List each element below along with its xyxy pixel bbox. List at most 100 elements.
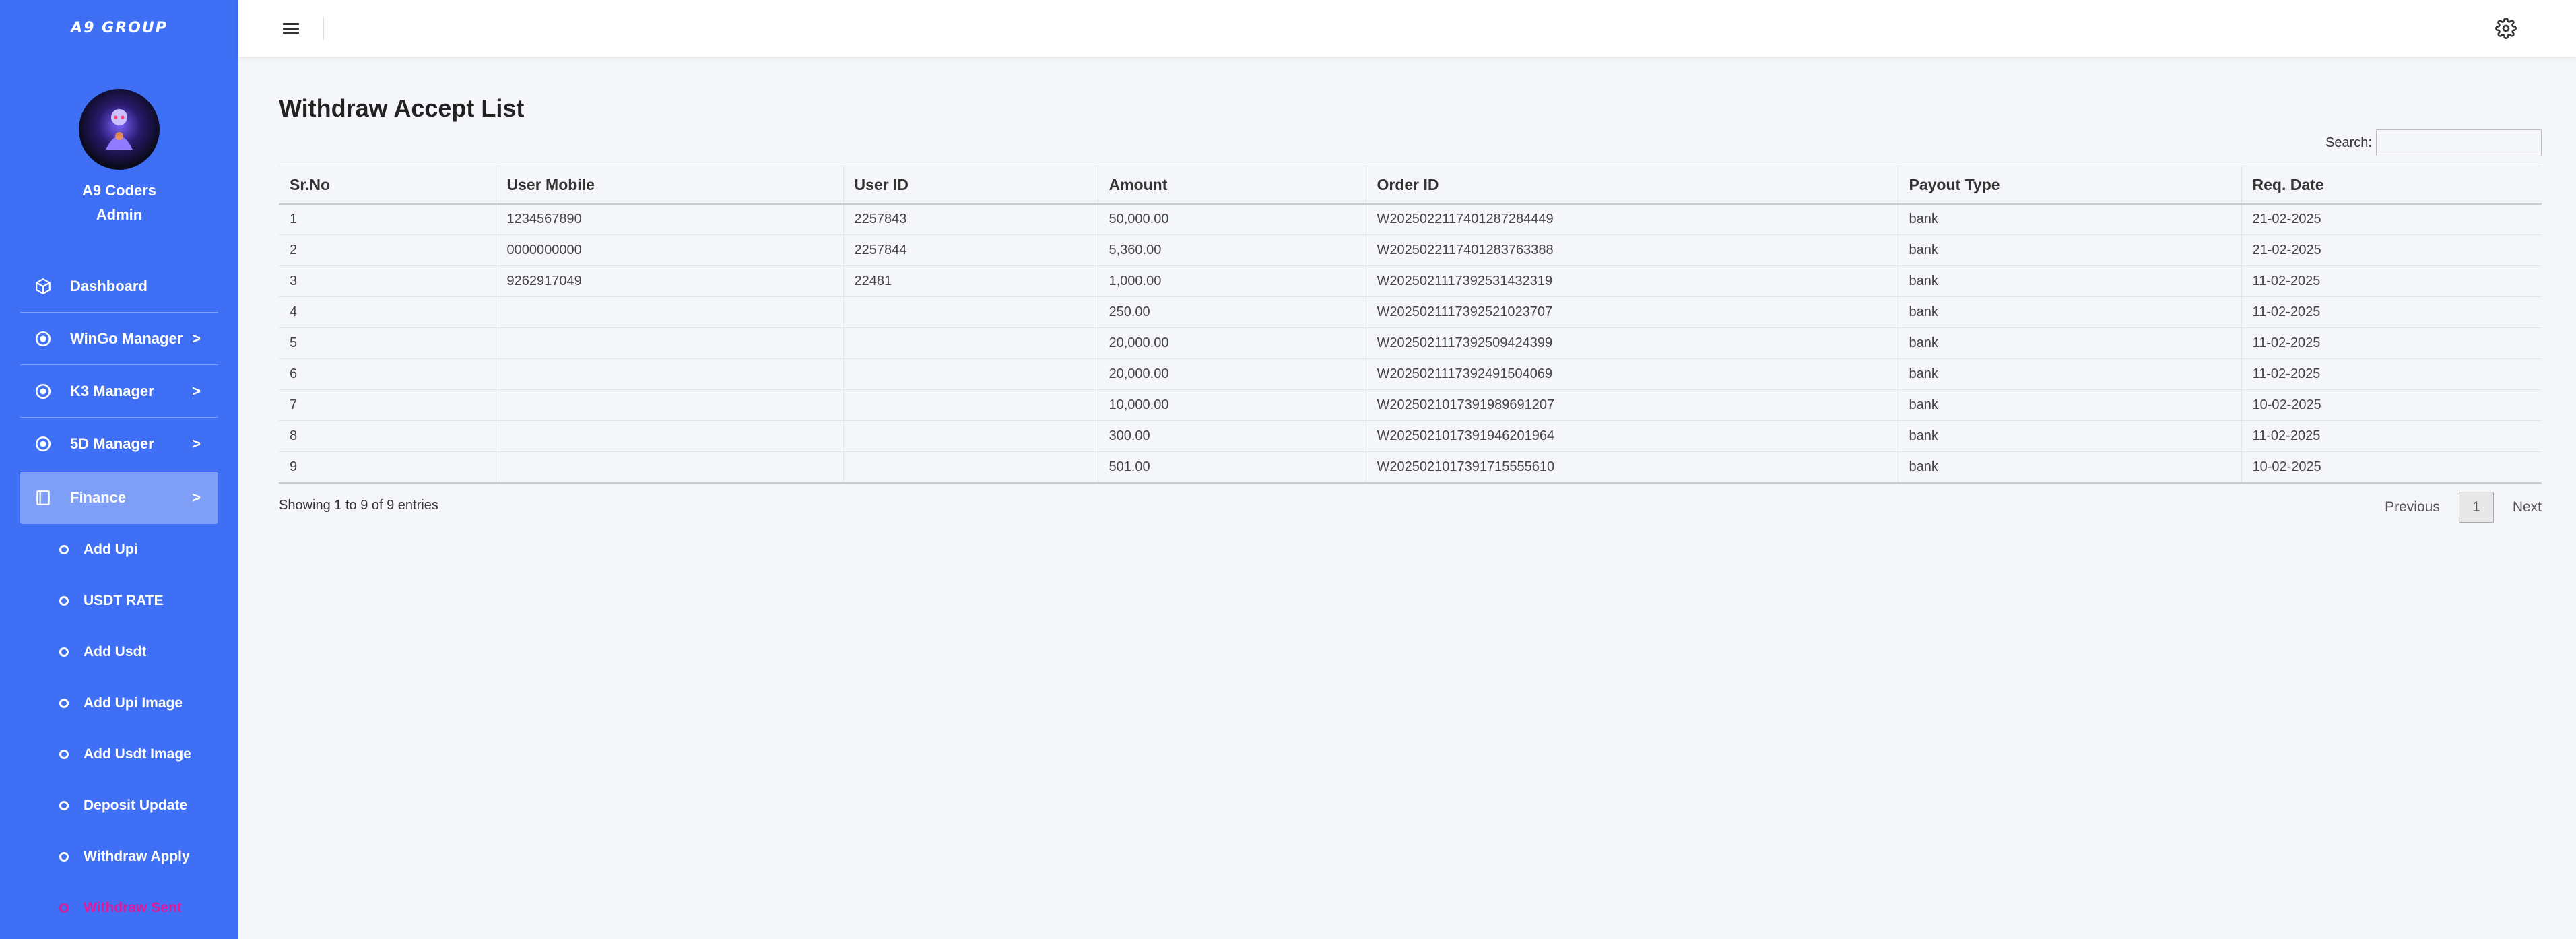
cell-amount: 501.00 xyxy=(1098,451,1366,484)
user-name: A9 Coders xyxy=(81,182,157,199)
table-row: 3 9262917049 22481 1,000.00 W202502111739253… xyxy=(279,265,2542,297)
circle-icon xyxy=(59,647,69,657)
cell-payout-type: bank xyxy=(1898,203,2242,235)
column-header-user-id[interactable]: User ID xyxy=(843,166,1098,205)
sidebar-item-wingo-manager[interactable]: WinGo Manager > xyxy=(20,313,218,365)
previous-button[interactable]: Previous xyxy=(2385,499,2440,515)
cell-req-date: 11-02-2025 xyxy=(2241,420,2542,452)
cell-amount: 50,000.00 xyxy=(1098,203,1366,235)
sidebar-item-label: WinGo Manager xyxy=(70,329,183,347)
column-header-order-id[interactable]: Order ID xyxy=(1366,166,1898,205)
cell-req-date: 11-02-2025 xyxy=(2241,327,2542,359)
sidebar-item-label: K3 Manager xyxy=(70,382,154,399)
cell-order-id: W2025022117401287284449 xyxy=(1366,203,1898,235)
column-header-amount[interactable]: Amount xyxy=(1098,166,1366,205)
circle-icon xyxy=(59,903,69,913)
sidebar-item-5d-manager[interactable]: 5D Manager > xyxy=(20,418,218,470)
cell-amount: 1,000.00 xyxy=(1098,265,1366,297)
cell-user-id: 2257843 xyxy=(843,203,1098,235)
page-1-button[interactable]: 1 xyxy=(2458,492,2494,523)
cell-user-mobile: 0000000000 xyxy=(496,234,844,266)
cell-order-id: W2025022117401283763388 xyxy=(1366,234,1898,266)
cell-order-id: W2025021017391989691207 xyxy=(1366,389,1898,421)
sidebar-subitem-usdt-rate[interactable]: USDT RATE xyxy=(20,575,218,626)
table-row: 4 250.00 W2025021117392521023707 bank 11-02-… xyxy=(279,296,2542,328)
sidebar-subitem-withdraw-sent[interactable]: Withdraw Sent xyxy=(20,882,218,934)
avatar[interactable] xyxy=(79,89,160,170)
cell-payout-type: bank xyxy=(1898,358,2242,390)
book-icon xyxy=(34,488,53,507)
sidebar-nav: Dashboard WinGo Manager > K3 Manager > 5… xyxy=(0,260,238,934)
topbar xyxy=(238,0,2576,57)
main-content: Withdraw Accept List Search: Sr.No User … xyxy=(279,57,2542,523)
menu-icon[interactable] xyxy=(283,22,299,35)
sidebar-subitem-add-upi[interactable]: Add Upi xyxy=(20,524,218,575)
chevron-right-icon: > xyxy=(192,329,201,347)
cell-payout-type: bank xyxy=(1898,389,2242,421)
cell-req-date: 11-02-2025 xyxy=(2241,296,2542,328)
sidebar-subitem-add-usdt-image[interactable]: Add Usdt Image xyxy=(20,729,218,780)
table-row: 5 20,000.00 W2025021117392509424399 bank 11-… xyxy=(279,327,2542,359)
table-row: 1 1234567890 2257843 50,000.00 W202502211740… xyxy=(279,203,2542,235)
next-button[interactable]: Next xyxy=(2513,499,2542,515)
page-title: Withdraw Accept List xyxy=(279,94,525,122)
entries-info: Showing 1 to 9 of 9 entries xyxy=(279,498,438,513)
cell-order-id: W2025021017391946201964 xyxy=(1366,420,1898,452)
cell-sr-no: 8 xyxy=(279,420,496,452)
chevron-right-icon: > xyxy=(192,382,201,399)
table-header-row: Sr.No User Mobile User ID Amount Order I… xyxy=(279,166,2542,205)
circle-icon xyxy=(59,750,69,759)
cell-user-id xyxy=(843,327,1098,359)
sidebar-item-finance[interactable]: Finance > xyxy=(20,472,218,524)
table-body: 1 1234567890 2257843 50,000.00 W202502211740… xyxy=(279,203,2542,484)
cell-req-date: 11-02-2025 xyxy=(2241,358,2542,390)
sidebar-subitem-add-upi-image[interactable]: Add Upi Image xyxy=(20,678,218,729)
cell-amount: 20,000.00 xyxy=(1098,358,1366,390)
gear-icon[interactable] xyxy=(2495,18,2517,39)
circle-icon xyxy=(59,801,69,810)
sidebar-subitem-label: Add Upi Image xyxy=(84,695,183,711)
sidebar-item-k3-manager[interactable]: K3 Manager > xyxy=(20,365,218,418)
cell-req-date: 11-02-2025 xyxy=(2241,265,2542,297)
sidebar-subitem-add-usdt[interactable]: Add Usdt xyxy=(20,626,218,678)
cell-user-mobile xyxy=(496,296,844,328)
cell-order-id: W2025021117392531432319 xyxy=(1366,265,1898,297)
column-header-user-mobile[interactable]: User Mobile xyxy=(496,166,844,205)
sidebar-subitem-deposit-update[interactable]: Deposit Update xyxy=(20,780,218,831)
column-header-req-date[interactable]: Req. Date xyxy=(2241,166,2542,205)
table-row: 9 501.00 W2025021017391715555610 bank 10-02-… xyxy=(279,451,2542,484)
pagination: Previous 1 Next xyxy=(2385,492,2542,523)
sidebar-item-dashboard[interactable]: Dashboard xyxy=(20,260,218,313)
circle-icon xyxy=(59,852,69,862)
sidebar-subitem-label: Add Usdt xyxy=(84,644,147,659)
sidebar-subitem-label: Withdraw Apply xyxy=(84,849,190,864)
chevron-right-icon: > xyxy=(192,434,201,452)
cell-user-id xyxy=(843,420,1098,452)
circle-icon xyxy=(59,545,69,554)
search-row: Search: xyxy=(2325,129,2542,156)
cell-req-date: 10-02-2025 xyxy=(2241,451,2542,484)
sidebar-subitem-withdraw-apply[interactable]: Withdraw Apply xyxy=(20,831,218,882)
sidebar-subitem-label: Add Usdt Image xyxy=(84,746,191,762)
cell-req-date: 21-02-2025 xyxy=(2241,203,2542,235)
user-role: Admin xyxy=(96,206,143,223)
cell-user-id: 2257844 xyxy=(843,234,1098,266)
cell-order-id: W2025021117392509424399 xyxy=(1366,327,1898,359)
table-row: 8 300.00 W2025021017391946201964 bank 11-02-… xyxy=(279,420,2542,452)
column-header-payout-type[interactable]: Payout Type xyxy=(1898,166,2242,205)
cell-payout-type: bank xyxy=(1898,296,2242,328)
cell-sr-no: 1 xyxy=(279,203,496,235)
cell-payout-type: bank xyxy=(1898,451,2242,484)
brand-logo[interactable]: A9 GROUP xyxy=(0,0,238,55)
sidebar-subitem-label: USDT RATE xyxy=(84,593,164,608)
cell-amount: 10,000.00 xyxy=(1098,389,1366,421)
cell-sr-no: 4 xyxy=(279,296,496,328)
cell-sr-no: 6 xyxy=(279,358,496,390)
cell-user-id xyxy=(843,358,1098,390)
search-input[interactable] xyxy=(2376,129,2542,156)
target-icon xyxy=(34,329,53,348)
search-label: Search: xyxy=(2325,135,2372,150)
topbar-divider xyxy=(323,17,324,40)
column-header-sr-no[interactable]: Sr.No xyxy=(279,166,496,205)
cell-user-id xyxy=(843,296,1098,328)
